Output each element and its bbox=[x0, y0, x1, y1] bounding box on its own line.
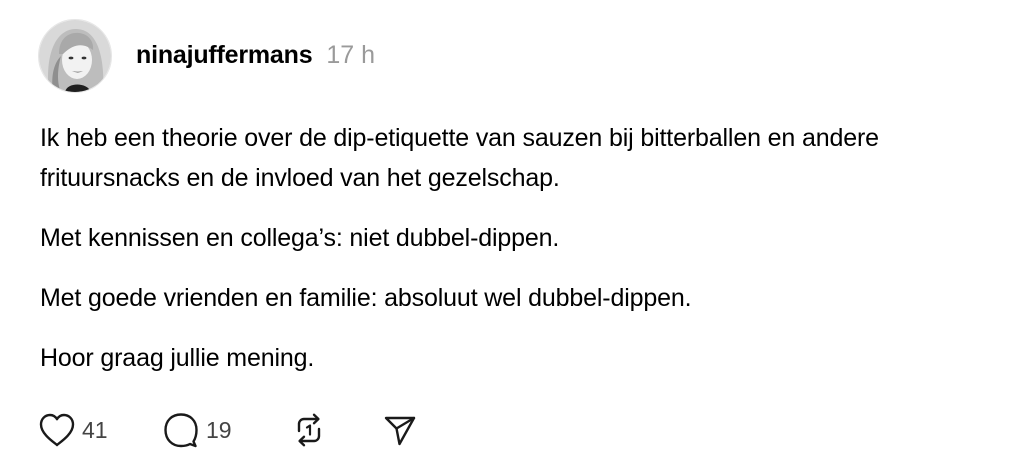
heart-icon bbox=[38, 412, 76, 448]
comment-icon bbox=[162, 411, 200, 449]
post-body: Ik heb een theorie over de dip-etiquette… bbox=[40, 118, 1015, 398]
repost-button[interactable] bbox=[290, 411, 382, 449]
post-card: ninajuffermans 17 h Ik heb een theorie o… bbox=[0, 0, 1024, 463]
repost-icon bbox=[290, 411, 328, 449]
like-count: 41 bbox=[82, 416, 108, 443]
timestamp: 17 h bbox=[326, 40, 376, 69]
post-paragraph: Met kennissen en collega’s: niet dubbel-… bbox=[40, 224, 560, 252]
send-icon bbox=[382, 412, 418, 448]
post-header: ninajuffermans 17 h bbox=[38, 19, 375, 93]
avatar[interactable] bbox=[38, 19, 112, 93]
reply-count: 19 bbox=[206, 416, 232, 443]
reply-button[interactable]: 19 bbox=[162, 411, 290, 449]
post-paragraph: Ik heb een theorie over de dip-etiquette… bbox=[40, 124, 879, 192]
share-button[interactable] bbox=[382, 412, 418, 448]
post-meta: ninajuffermans 17 h bbox=[136, 41, 375, 70]
username[interactable]: ninajuffermans bbox=[136, 41, 313, 70]
post-paragraph: Hoor graag jullie mening. bbox=[40, 344, 315, 372]
like-button[interactable]: 41 bbox=[38, 412, 162, 448]
post-actions: 41 19 bbox=[38, 408, 418, 452]
post-paragraph: Met goede vrienden en familie: absoluut … bbox=[40, 284, 692, 312]
